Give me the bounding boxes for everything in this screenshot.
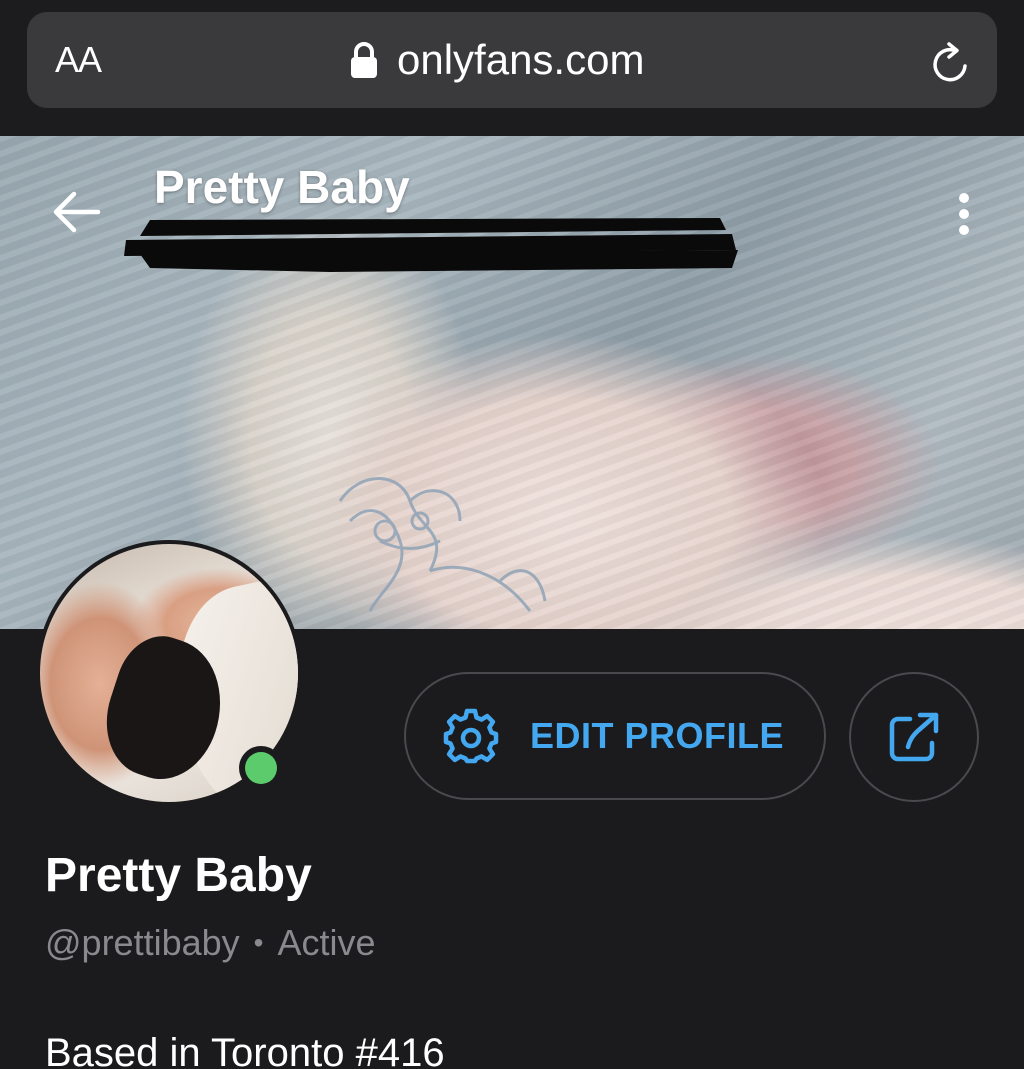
profile-name: Pretty Baby: [45, 849, 312, 902]
browser-chrome: AA onlyfans.com: [0, 0, 1024, 136]
tattoo-artwork: [338, 477, 547, 612]
url-display[interactable]: onlyfans.com: [349, 34, 644, 86]
profile-page: AA onlyfans.com Pretty Baby EDIT PROFILE…: [0, 0, 1024, 1069]
edit-profile-button[interactable]: EDIT PROFILE: [404, 672, 826, 800]
meta-separator: •: [253, 927, 264, 958]
text-size-button[interactable]: AA: [55, 36, 102, 84]
address-bar[interactable]: AA onlyfans.com: [27, 12, 997, 108]
domain-text: onlyfans.com: [397, 36, 645, 83]
cover-title: Pretty Baby: [154, 161, 410, 213]
profile-bio: Based in Toronto #416: [45, 1031, 445, 1069]
profile-status: Active: [277, 922, 376, 963]
edit-profile-label: EDIT PROFILE: [530, 715, 785, 756]
redaction-mark: [124, 218, 738, 272]
profile-meta: @prettibaby • Active: [45, 920, 376, 966]
text-size-label: AA: [55, 39, 102, 80]
profile-handle: @prettibaby: [45, 922, 240, 963]
online-status-indicator: [239, 746, 283, 790]
gear-icon: [443, 708, 499, 764]
share-icon: [889, 712, 939, 762]
more-options-icon[interactable]: [952, 190, 976, 238]
reload-icon[interactable]: [927, 40, 975, 88]
back-arrow-icon[interactable]: [50, 188, 102, 236]
lock-icon: [351, 42, 377, 78]
share-button[interactable]: [849, 672, 979, 802]
